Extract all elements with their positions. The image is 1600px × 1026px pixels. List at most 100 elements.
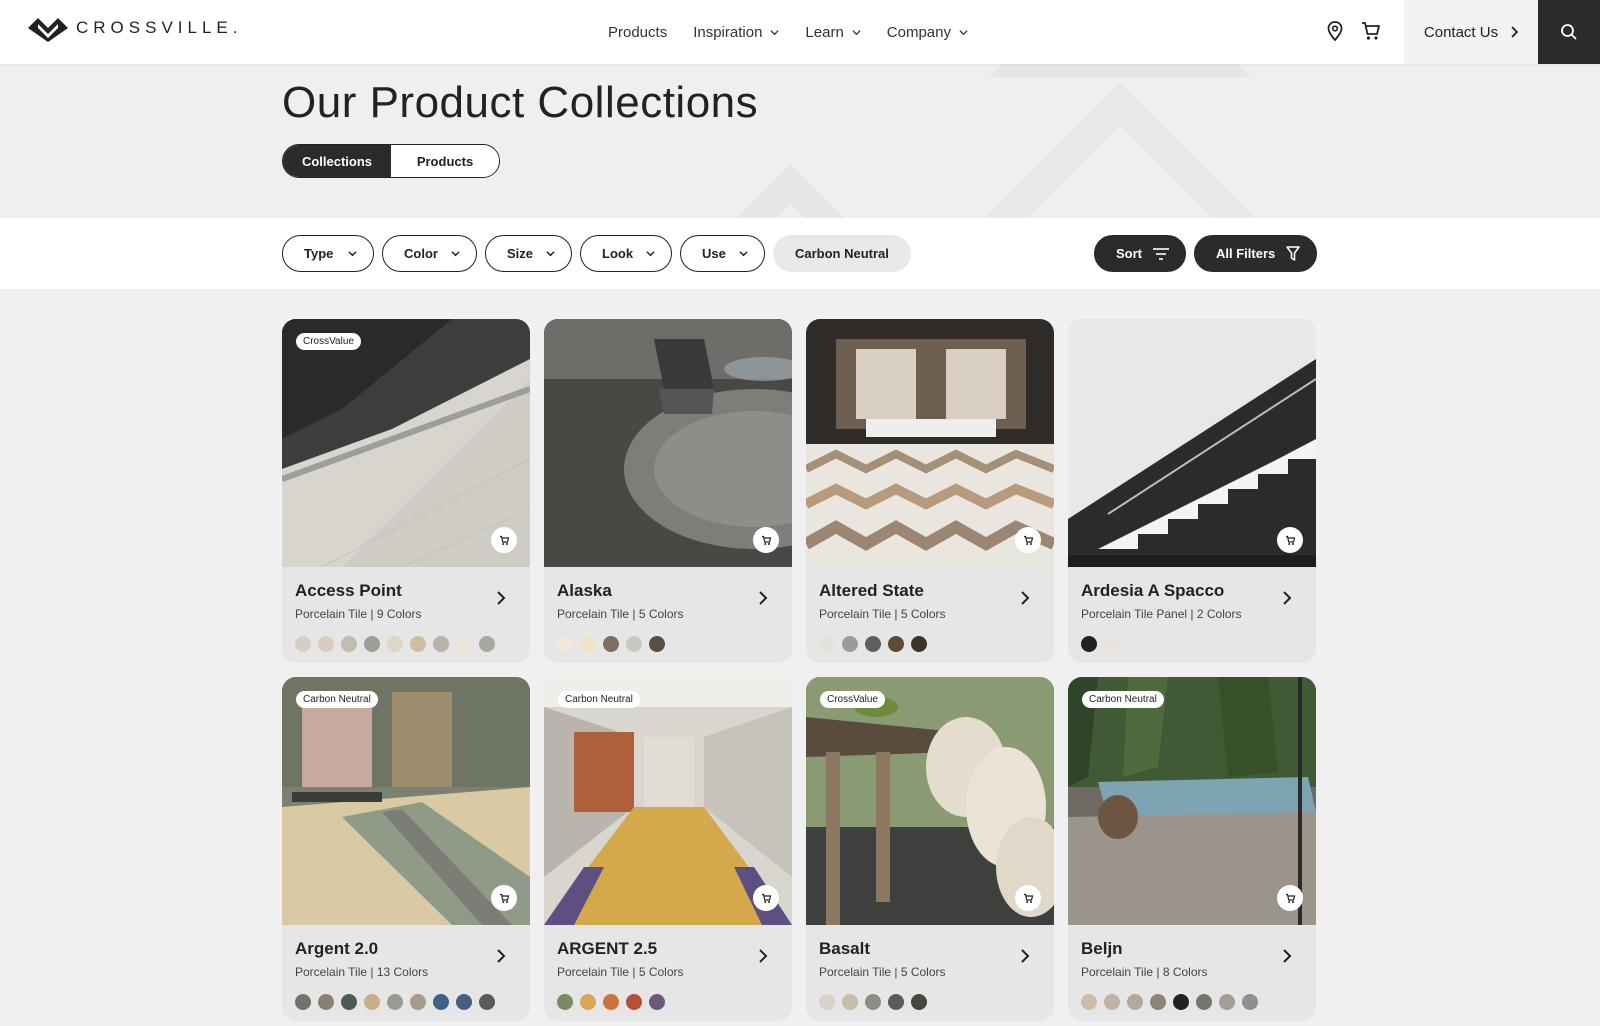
chevron-right-icon[interactable] — [1281, 591, 1293, 605]
color-swatch[interactable] — [865, 994, 881, 1010]
color-swatch[interactable] — [626, 636, 642, 652]
contact-us-button[interactable]: Contact Us — [1404, 0, 1538, 64]
color-swatch[interactable] — [888, 994, 904, 1010]
color-swatch[interactable] — [626, 994, 642, 1010]
chevron-right-icon[interactable] — [757, 949, 769, 963]
add-to-cart-button[interactable] — [491, 885, 517, 911]
color-swatch[interactable] — [479, 636, 495, 652]
filter-carbon-neutral-chip[interactable]: Carbon Neutral — [773, 235, 911, 272]
chevron-right-icon[interactable] — [757, 591, 769, 605]
color-swatch[interactable] — [649, 636, 665, 652]
chevron-right-icon[interactable] — [495, 591, 507, 605]
collection-card-beljn[interactable]: Carbon Neutral Beljn Porcelain Tile | 8 … — [1068, 677, 1316, 1021]
color-swatch[interactable] — [1242, 994, 1258, 1010]
add-to-cart-button[interactable] — [491, 527, 517, 553]
color-swatch[interactable] — [364, 994, 380, 1010]
color-swatch[interactable] — [911, 994, 927, 1010]
color-swatch[interactable] — [318, 636, 334, 652]
nav-inspiration[interactable]: Inspiration — [693, 24, 779, 41]
color-swatch[interactable] — [842, 994, 858, 1010]
cart-icon[interactable] — [1360, 20, 1382, 42]
crossville-logo[interactable]: CROSSVILLE. — [28, 14, 243, 42]
color-swatch[interactable] — [341, 994, 357, 1010]
toggle-collections[interactable]: Collections — [283, 145, 391, 177]
add-to-cart-button[interactable] — [753, 885, 779, 911]
color-swatch[interactable] — [295, 636, 311, 652]
add-to-cart-button[interactable] — [1277, 527, 1303, 553]
color-swatch[interactable] — [318, 994, 334, 1010]
filter-size[interactable]: Size — [485, 235, 572, 272]
search-button[interactable] — [1538, 0, 1600, 64]
color-swatch[interactable] — [387, 994, 403, 1010]
collection-image[interactable] — [1068, 677, 1316, 925]
filter-color[interactable]: Color — [382, 235, 477, 272]
toggle-products[interactable]: Products — [391, 145, 499, 177]
chevron-right-icon[interactable] — [1019, 591, 1031, 605]
add-to-cart-button[interactable] — [753, 527, 779, 553]
color-swatch[interactable] — [364, 636, 380, 652]
color-swatch[interactable] — [603, 994, 619, 1010]
chevron-right-icon[interactable] — [1019, 949, 1031, 963]
collection-card-ardesia-a-spacco[interactable]: Ardesia A Spacco Porcelain Tile Panel | … — [1068, 319, 1316, 663]
color-swatch[interactable] — [1127, 994, 1143, 1010]
color-swatch[interactable] — [865, 636, 881, 652]
collection-image[interactable] — [1068, 319, 1316, 567]
color-swatch[interactable] — [580, 994, 596, 1010]
add-to-cart-button[interactable] — [1277, 885, 1303, 911]
color-swatch[interactable] — [456, 636, 472, 652]
collection-card-altered-state[interactable]: Altered State Porcelain Tile | 5 Colors — [806, 319, 1054, 663]
add-to-cart-button[interactable] — [1015, 885, 1041, 911]
all-filters-button[interactable]: All Filters — [1194, 235, 1317, 272]
color-swatch[interactable] — [649, 994, 665, 1010]
nav-company[interactable]: Company — [887, 24, 968, 41]
color-swatch[interactable] — [911, 636, 927, 652]
collection-card-argent-2-5[interactable]: Carbon Neutral ARGENT 2.5 Porcelain Tile… — [544, 677, 792, 1021]
color-swatch[interactable] — [410, 994, 426, 1010]
collection-card-access-point[interactable]: CrossValue Access Point Porcelain Tile |… — [282, 319, 530, 663]
add-to-cart-button[interactable] — [1015, 527, 1041, 553]
nav-inspiration-label: Inspiration — [693, 23, 763, 41]
collection-image[interactable] — [282, 677, 530, 925]
color-swatch[interactable] — [387, 636, 403, 652]
filter-type[interactable]: Type — [282, 235, 374, 272]
collection-card-alaska[interactable]: Alaska Porcelain Tile | 5 Colors — [544, 319, 792, 663]
color-swatch[interactable] — [1081, 994, 1097, 1010]
sort-button[interactable]: Sort — [1094, 235, 1186, 272]
color-swatch[interactable] — [1196, 994, 1212, 1010]
color-swatch[interactable] — [1081, 636, 1097, 652]
collection-image[interactable] — [544, 677, 792, 925]
color-swatch[interactable] — [479, 994, 495, 1010]
color-swatch[interactable] — [888, 636, 904, 652]
collection-image[interactable] — [282, 319, 530, 567]
color-swatch[interactable] — [295, 994, 311, 1010]
color-swatch[interactable] — [456, 994, 472, 1010]
collection-image[interactable] — [544, 319, 792, 567]
color-swatch[interactable] — [819, 994, 835, 1010]
color-swatch[interactable] — [1104, 994, 1120, 1010]
collection-card-argent-2-0[interactable]: Carbon Neutral Argent 2.0 Porcelain Tile… — [282, 677, 530, 1021]
chevron-right-icon[interactable] — [495, 949, 507, 963]
color-swatch[interactable] — [1173, 994, 1189, 1010]
color-swatch[interactable] — [1150, 994, 1166, 1010]
collection-image[interactable] — [806, 319, 1054, 567]
color-swatch[interactable] — [557, 994, 573, 1010]
filter-look[interactable]: Look — [580, 235, 672, 272]
color-swatch[interactable] — [1104, 636, 1120, 652]
filter-use[interactable]: Use — [680, 235, 765, 272]
color-swatch[interactable] — [819, 636, 835, 652]
color-swatch[interactable] — [433, 994, 449, 1010]
chevron-right-icon[interactable] — [1281, 949, 1293, 963]
map-pin-icon[interactable] — [1324, 20, 1346, 42]
collection-card-basalt[interactable]: CrossValue Basalt Porcelain Tile | 5 Col… — [806, 677, 1054, 1021]
collection-image[interactable] — [806, 677, 1054, 925]
color-swatch[interactable] — [842, 636, 858, 652]
nav-learn[interactable]: Learn — [805, 24, 861, 41]
color-swatch[interactable] — [1219, 994, 1235, 1010]
color-swatch[interactable] — [433, 636, 449, 652]
color-swatch[interactable] — [603, 636, 619, 652]
nav-products[interactable]: Products — [608, 24, 667, 41]
color-swatch[interactable] — [557, 636, 573, 652]
color-swatch[interactable] — [580, 636, 596, 652]
color-swatch[interactable] — [341, 636, 357, 652]
color-swatch[interactable] — [410, 636, 426, 652]
